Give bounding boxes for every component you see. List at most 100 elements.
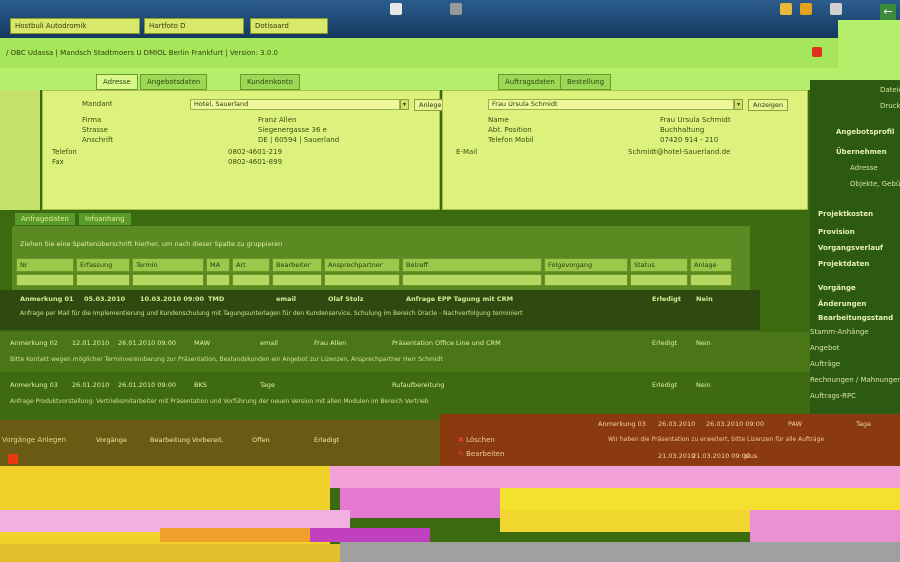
sidebar-item-adresse[interactable]: Adresse — [850, 164, 878, 172]
sidebar-item-vorgaenge[interactable]: Vorgänge — [818, 284, 856, 292]
col-anlage[interactable]: Anlage — [690, 258, 732, 272]
close-icon[interactable] — [812, 47, 822, 57]
sidebar-item-vorgangsverlauf[interactable]: Vorgangsverlauf — [818, 244, 883, 252]
taskbar-item-3[interactable]: Dotisaard — [250, 18, 328, 34]
menu-delete[interactable]: ✖ Löschen — [458, 436, 495, 444]
col-betreff[interactable]: Betreff — [402, 258, 542, 272]
col-art[interactable]: Art — [232, 258, 270, 272]
left-strip — [0, 90, 40, 210]
value-position: Buchhaltung — [660, 126, 705, 134]
filter-art[interactable] — [232, 274, 270, 286]
mandant-field[interactable]: Hotel, Sauerland — [190, 99, 400, 110]
value-strasse: Siegenergasse 36 e — [258, 126, 327, 134]
info2-time: 21.03.2010 09:00 — [692, 452, 751, 460]
filter-ma[interactable] — [206, 274, 230, 286]
sidebar-item-drucken[interactable]: Drucken — [880, 102, 900, 110]
cell-date: 12.01.2010 — [72, 339, 110, 347]
label-telefon: Telefon — [52, 148, 77, 156]
menu-edit[interactable]: ✎ Bearbeiten — [458, 450, 505, 458]
sidebar-item-dateien[interactable]: Dateien — [880, 86, 900, 94]
network-icon[interactable] — [450, 3, 462, 15]
sidebar-item-stamm-anhaenge[interactable]: Stamm-Anhänge — [810, 328, 869, 336]
col-folgevorgang[interactable]: Folgevorgang — [544, 258, 628, 272]
col-ma[interactable]: MA — [206, 258, 230, 272]
cell-subject: Anfrage EPP Tagung mit CRM — [406, 295, 514, 303]
filter-folgevorgang[interactable] — [544, 274, 628, 286]
band-pink-1 — [330, 466, 900, 488]
table-row[interactable]: Anmerkung 01 05.03.2010 10.03.2010 09:00… — [0, 292, 760, 306]
sidebar-item-uebernehmen[interactable]: Übernehmen — [836, 148, 887, 156]
band-gray — [340, 542, 900, 562]
label-position: Abt. Position — [488, 126, 532, 134]
sidebar-item-auftraege[interactable]: Aufträge — [810, 360, 840, 368]
info-row-2[interactable]: 21.03.2010 21.03.2010 09:00 plus — [608, 452, 898, 464]
table-row[interactable]: Anmerkung 03 26.01.2010 26.01.2010 09:00… — [0, 378, 760, 392]
sidebar-item-projektkosten[interactable]: Projektkosten — [818, 210, 873, 218]
col-status[interactable]: Status — [630, 258, 688, 272]
filter-anlage[interactable] — [690, 274, 732, 286]
value-mobil: 07420 914 - 210 — [660, 136, 719, 144]
tab-adresse[interactable]: Adresse — [96, 74, 138, 90]
taskbar-item-1[interactable]: Hostbuli Autodromik — [10, 18, 140, 34]
cell-ma: BKS — [194, 381, 207, 389]
sidebar-item-auftrags-rpc[interactable]: Auftrags-RPC — [810, 392, 856, 400]
cell-flag: Nein — [696, 339, 711, 347]
sidebar: Dateien Drucken Angebotsprofil Übernehme… — [810, 80, 900, 420]
sidebar-item-projektdaten[interactable]: Projektdaten — [818, 260, 869, 268]
band-pink-2 — [340, 488, 500, 518]
tab-auftragsdaten[interactable]: Auftragsdaten — [498, 74, 562, 90]
app-icon[interactable] — [390, 3, 402, 15]
search-icon[interactable] — [830, 3, 842, 15]
filter-nr[interactable] — [16, 274, 74, 286]
vorgaenge-value: Bearbeitung Vorbereit. — [150, 436, 224, 444]
table-row[interactable]: Anmerkung 02 12.01.2010 26.01.2010 09:00… — [0, 336, 760, 350]
sidebar-item-angebot[interactable]: Angebot — [810, 344, 839, 352]
tab-infoanhang[interactable]: Infoanhang — [78, 212, 132, 226]
sidebar-item-bearbeitungsstand[interactable]: Bearbeitungsstand — [818, 314, 893, 322]
anzeigen-button[interactable]: Anzeigen — [748, 99, 789, 111]
group-hint: Ziehen Sie eine Spaltenüberschrift hierh… — [20, 240, 283, 248]
label-firma: Firma — [82, 116, 102, 124]
folder-icon[interactable] — [780, 3, 792, 15]
col-ansprechpartner[interactable]: Ansprechpartner — [324, 258, 400, 272]
label-mandant: Mandant — [82, 100, 113, 108]
tab-angebotsdaten[interactable]: Angebotsdaten — [140, 74, 208, 90]
sidebar-item-aenderungen[interactable]: Änderungen — [818, 300, 866, 308]
chevron-down-icon[interactable]: ▾ — [400, 99, 409, 110]
band-yellow-2 — [500, 488, 900, 510]
value-email[interactable]: Schmidt@hotel-Sauerland.de — [628, 148, 730, 156]
tab-anfragedaten[interactable]: Anfragedaten — [14, 212, 76, 226]
label-anschrift: Anschrift — [82, 136, 114, 144]
bottom-left-label: Vorgänge Anlegen — [2, 436, 67, 444]
tab-kundenkonto[interactable]: Kundenkonto — [240, 74, 300, 90]
contact-chevron-icon[interactable]: ▾ — [734, 99, 743, 110]
col-nr[interactable]: Nr — [16, 258, 74, 272]
filter-erfassung[interactable] — [76, 274, 130, 286]
cell-status: Erledigt — [652, 339, 678, 347]
info-row[interactable]: Anmerkung 03 26.03.2010 26.03.2010 09:00… — [598, 420, 900, 432]
taskbar-item-2[interactable]: Hartfoto D — [144, 18, 244, 34]
sidebar-item-angebotsprofil[interactable]: Angebotsprofil — [836, 128, 894, 136]
col-termin[interactable]: Termin — [132, 258, 204, 272]
sidebar-item-rechnungen[interactable]: Rechnungen / Mahnungen — [810, 376, 900, 384]
col-erfassung[interactable]: Erfassung — [76, 258, 130, 272]
sidebar-top — [838, 20, 900, 80]
filter-status[interactable] — [630, 274, 688, 286]
filter-ansprechpartner[interactable] — [324, 274, 400, 286]
col-bearbeiter[interactable]: Bearbeiter — [272, 258, 322, 272]
filter-termin[interactable] — [132, 274, 204, 286]
value-firma: Franz Allen — [258, 116, 297, 124]
cell-flag: Nein — [696, 295, 713, 303]
tab-bestellung[interactable]: Bestellung — [560, 74, 612, 90]
filter-bearbeiter[interactable] — [272, 274, 322, 286]
edit-icon: ✎ — [458, 450, 467, 458]
cell-ma: MAW — [194, 339, 211, 347]
back-arrow-icon[interactable]: ← — [880, 4, 896, 20]
sidebar-item-provision[interactable]: Provision — [818, 228, 855, 236]
mail-icon[interactable] — [800, 3, 812, 15]
filter-betreff[interactable] — [402, 274, 542, 286]
value-fax: 0802-4601-899 — [228, 158, 283, 166]
contact-select[interactable]: Frau Ursula Schmidt — [488, 99, 734, 110]
contact-form: Frau Ursula Schmidt ▾ Anzeigen Name Frau… — [442, 90, 808, 210]
sidebar-item-objekte[interactable]: Objekte, Gebühren — [850, 180, 900, 188]
